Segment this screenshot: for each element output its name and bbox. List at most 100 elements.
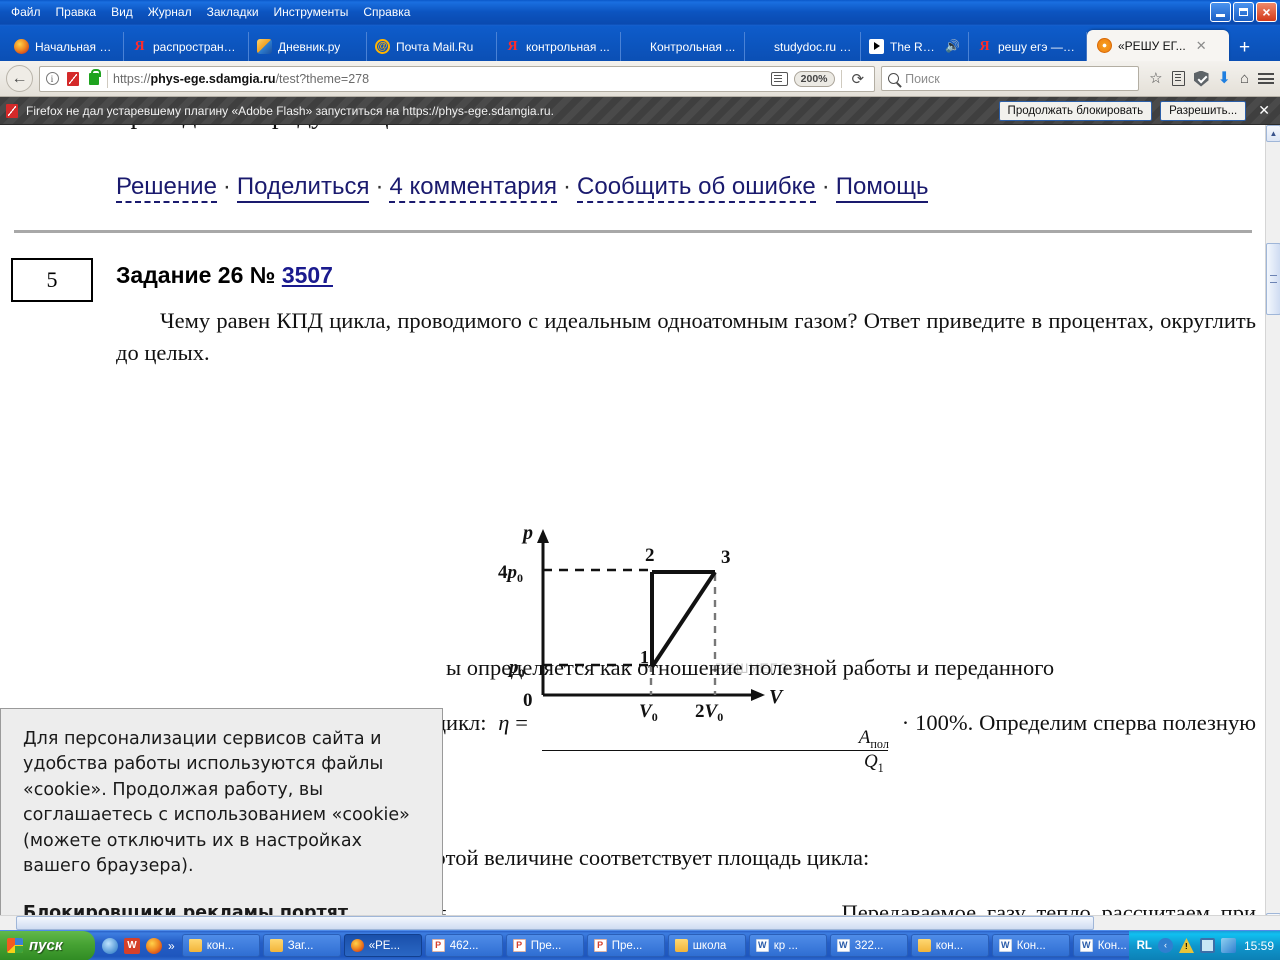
yandex-icon: Я	[979, 39, 990, 54]
bookmark-star-icon[interactable]: ☆	[1149, 71, 1162, 86]
horizontal-scrollbar[interactable]	[0, 915, 1280, 930]
tab-studydoc[interactable]: studydoc.ru - ...	[745, 32, 861, 61]
reload-button[interactable]: ⟳	[848, 70, 869, 88]
taskbar-item[interactable]: Заг...	[262, 934, 341, 957]
tab-rasprostranenie[interactable]: Я распростране...	[124, 32, 249, 61]
new-tab-button[interactable]: +	[1229, 38, 1260, 61]
taskbar-item[interactable]: 462...	[424, 934, 503, 957]
link-help[interactable]: Помощь	[835, 173, 929, 203]
tab-reshu-ege-yandex[interactable]: Я решу егэ — Я...	[969, 32, 1087, 61]
taskbar-item[interactable]: Пре...	[586, 934, 665, 957]
tab-label: распростране...	[153, 39, 240, 54]
start-button[interactable]: пуск	[0, 930, 95, 960]
previous-question-cut-text: приведите в градусах Цельсия.	[0, 125, 1265, 147]
word-icon	[755, 939, 769, 952]
link-report-error[interactable]: Сообщить об ошибке	[577, 173, 816, 203]
tab-dnevnik[interactable]: Дневник.ру	[249, 32, 367, 61]
link-podelitsya[interactable]: Поделиться	[236, 173, 370, 203]
menu-file[interactable]: Файл	[4, 3, 48, 21]
action-links: Решение · Поделиться · 4 комментария · Сообщит…	[116, 173, 929, 203]
menu-bookmarks[interactable]: Закладки	[200, 3, 266, 21]
menu-bar: Файл Правка Вид Журнал Закладки Инструме…	[4, 3, 417, 21]
taskbar-item-label: кон...	[206, 939, 235, 952]
taskbar-item[interactable]: Кон...	[991, 934, 1070, 957]
taskbar-item[interactable]: кон...	[910, 934, 989, 957]
tab-the-real[interactable]: The Real ... 🔊	[861, 32, 969, 61]
tab-nachalnaya[interactable]: Начальная ст ...	[6, 32, 124, 61]
solution-fragment-4: этой величине соответствует площадь цикл…	[436, 844, 870, 870]
speaker-icon[interactable]: 🔊	[945, 39, 960, 54]
menu-icon[interactable]	[1258, 73, 1274, 84]
minimize-button[interactable]	[1210, 2, 1231, 22]
allow-button[interactable]: Разрешить...	[1160, 100, 1247, 121]
taskbar-item-active[interactable]: «РЕ...	[343, 934, 422, 957]
formula-equals: =	[515, 710, 528, 736]
quick-launch-expand-icon[interactable]: »	[168, 939, 175, 953]
word-icon[interactable]	[124, 937, 140, 954]
search-bar[interactable]: Поиск	[881, 66, 1140, 91]
vertical-scrollbar[interactable]: ▲ ▼	[1265, 125, 1280, 930]
solution-line-1: ы определяется как отношение полезной ра…	[116, 640, 1256, 695]
close-tab-icon[interactable]: ✕	[1196, 39, 1207, 52]
tab-kontrolnaya-yandex[interactable]: Я контрольная ...	[497, 32, 621, 61]
home-icon[interactable]: ⌂	[1240, 71, 1249, 86]
tab-label: studydoc.ru - ...	[774, 39, 852, 54]
tab-reshu-ege-active[interactable]: «РЕШУ ЕГ... ✕	[1087, 30, 1229, 61]
scrollbar-thumb[interactable]	[1266, 243, 1280, 315]
taskbar-item[interactable]: Кон...	[1072, 934, 1129, 957]
flash-blocked-icon[interactable]	[65, 71, 81, 87]
taskbar-item[interactable]: школа	[667, 934, 746, 957]
horizontal-scrollbar-thumb[interactable]	[16, 916, 1094, 930]
lock-icon	[86, 68, 102, 87]
task-id-link[interactable]: 3507	[282, 262, 333, 288]
powerpoint-icon	[512, 939, 526, 952]
url-bar[interactable]: i https://phys-ege.sdamgia.ru/test?theme…	[39, 65, 876, 92]
language-indicator[interactable]: RL	[1137, 940, 1152, 952]
menu-view[interactable]: Вид	[104, 3, 140, 21]
shield-icon[interactable]	[1193, 70, 1209, 87]
yandex-icon: Я	[134, 39, 145, 54]
downloads-icon[interactable]: ⬇	[1218, 70, 1231, 87]
taskbar-item[interactable]: кр ...	[748, 934, 827, 957]
scroll-up-button[interactable]: ▲	[1266, 125, 1280, 142]
zoom-level-badge[interactable]: 200%	[793, 70, 835, 87]
search-input[interactable]: Поиск	[905, 72, 940, 86]
keep-blocking-button[interactable]: Продолжать блокировать	[998, 100, 1153, 121]
divider	[14, 230, 1252, 233]
library-icon[interactable]	[1171, 71, 1185, 86]
firefox-icon[interactable]	[146, 937, 162, 954]
taskbar-item[interactable]: кон...	[181, 934, 260, 957]
link-comments[interactable]: 4 комментария	[389, 173, 558, 203]
close-window-button[interactable]: ×	[1256, 2, 1277, 22]
site-info-icon[interactable]: i	[44, 71, 60, 87]
taskbar-item[interactable]: Пре...	[505, 934, 584, 957]
network-icon[interactable]	[1220, 938, 1236, 953]
taskbar-item[interactable]: 322...	[829, 934, 908, 957]
flash-notification-bar: Firefox не дал устаревшему плагину «Adob…	[0, 97, 1280, 125]
cookie-paragraph: Для персонализации сервисов сайта и удоб…	[23, 729, 410, 876]
internet-explorer-icon[interactable]	[102, 937, 118, 954]
tray-expand-icon[interactable]: ‹	[1157, 938, 1173, 953]
reshuege-icon	[1097, 38, 1112, 53]
security-alert-icon[interactable]	[1178, 938, 1194, 953]
back-button[interactable]: ←	[6, 65, 33, 92]
task-heading-label: Задание 26 №	[116, 262, 282, 288]
menu-history[interactable]: Журнал	[141, 3, 199, 21]
firefox-icon	[14, 39, 29, 54]
display-icon[interactable]	[1199, 938, 1215, 953]
link-separator: ·	[821, 173, 830, 200]
menu-tools[interactable]: Инструменты	[267, 3, 356, 21]
url-prefix: https://	[113, 71, 151, 86]
reader-mode-icon[interactable]	[770, 71, 788, 86]
menu-help[interactable]: Справка	[356, 3, 417, 21]
tab-kontrolnaya-studydoc[interactable]: Контрольная ...	[621, 32, 745, 61]
taskbar-item-label: школа	[692, 939, 727, 952]
maximize-button[interactable]	[1233, 2, 1254, 22]
clock[interactable]: 15:59	[1242, 939, 1274, 953]
close-notification-icon[interactable]: ✕	[1254, 102, 1274, 119]
tab-mailru[interactable]: @ Почта Mail.Ru	[367, 32, 497, 61]
link-reshenie[interactable]: Решение	[116, 173, 217, 203]
window-controls: ×	[1210, 2, 1277, 22]
question-line-1: Чему равен КПД цикла, проводимого с идеа…	[160, 308, 921, 333]
menu-edit[interactable]: Правка	[49, 3, 104, 21]
